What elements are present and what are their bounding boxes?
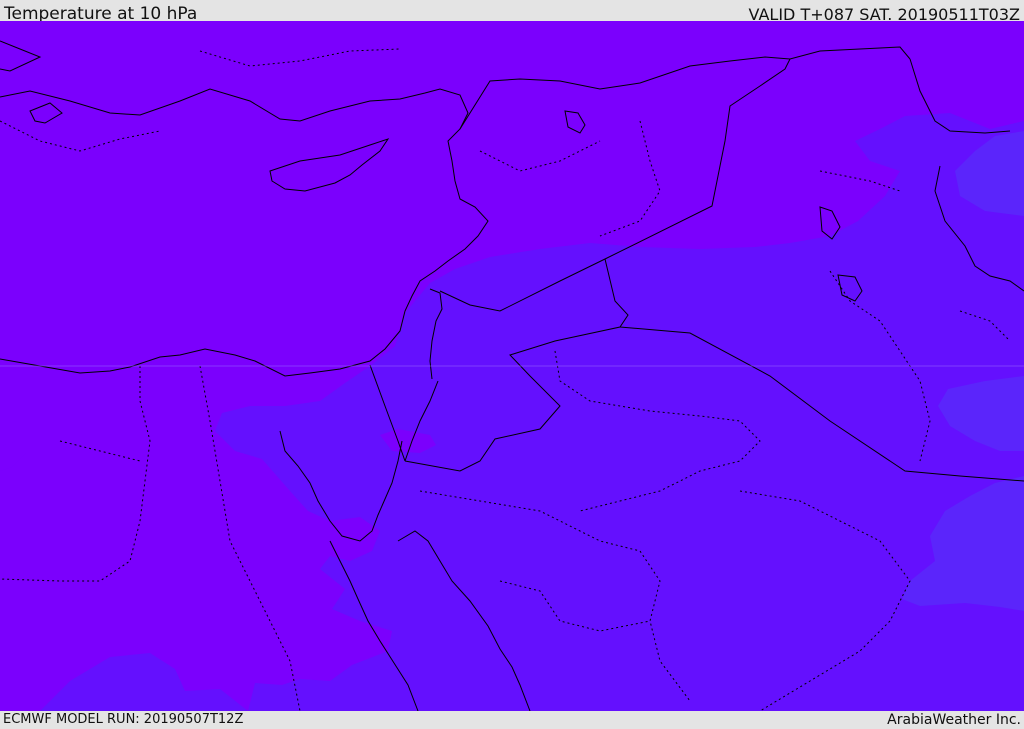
model-run-label: ECMWF MODEL RUN: 20190507T12Z xyxy=(3,712,244,727)
header-bar: Temperature at 10 hPa VALID T+087 SAT. 2… xyxy=(0,0,1024,24)
temperature-map xyxy=(0,21,1024,711)
footer-bar: ECMWF MODEL RUN: 20190507T12Z ArabiaWeat… xyxy=(0,711,1024,729)
credit-label: ArabiaWeather Inc. xyxy=(887,712,1021,728)
